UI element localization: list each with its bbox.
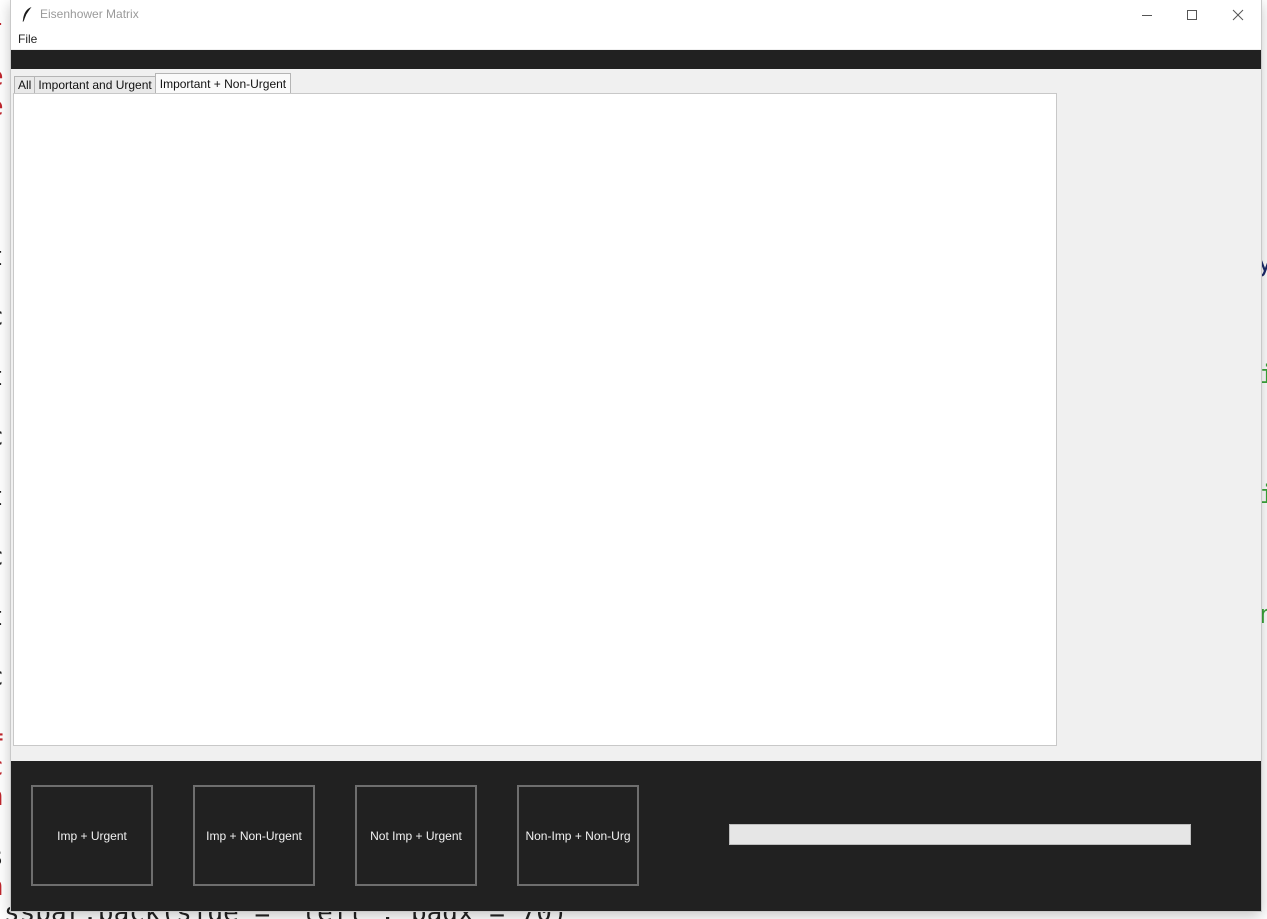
menu-file[interactable]: File	[18, 32, 37, 46]
code-fragment: (	[0, 272, 4, 302]
tab-important-and-urgent[interactable]: Important and Urgent	[34, 76, 156, 94]
code-fragment: c	[0, 752, 4, 782]
window-title: Eisenhower Matrix	[40, 7, 139, 21]
code-fragment: (	[0, 392, 4, 422]
imp-urgent-button[interactable]: Imp + Urgent	[31, 785, 153, 886]
code-fragment: c	[0, 422, 4, 452]
code-fragment: n	[0, 782, 4, 812]
code-fragment: =	[0, 722, 4, 752]
menu-bar: File	[11, 29, 1261, 49]
tab-strip: All Important and Urgent Important + Non…	[14, 72, 292, 94]
tab-important-non-urgent[interactable]: Important + Non-Urgent	[154, 73, 292, 94]
task-entry-field[interactable]	[729, 824, 1191, 845]
maximize-button[interactable]	[1169, 0, 1215, 29]
bottom-control-bar: Imp + Urgent Imp + Non-Urgent Not Imp + …	[11, 761, 1261, 911]
code-fragment: t	[0, 362, 4, 392]
notebook-area: All Important and Urgent Important + Non…	[11, 69, 1261, 761]
feather-icon	[22, 7, 32, 22]
close-icon	[1232, 9, 1244, 20]
non-imp-non-urg-button[interactable]: Non-Imp + Non-Urg	[517, 785, 639, 886]
minimize-button[interactable]	[1124, 0, 1170, 29]
code-fragment: (	[0, 512, 4, 542]
task-list-panel[interactable]	[13, 93, 1057, 746]
code-fragment: l	[0, 2, 4, 32]
code-fragment: s	[0, 842, 4, 872]
code-fragment: c	[0, 542, 4, 572]
top-dark-strip	[11, 50, 1261, 69]
imp-non-urgent-button[interactable]: Imp + Non-Urgent	[193, 785, 315, 886]
minimize-icon	[1142, 14, 1152, 16]
app-window: Eisenhower Matrix File All Important and…	[11, 0, 1261, 911]
close-button[interactable]	[1215, 0, 1261, 29]
maximize-icon	[1187, 9, 1197, 20]
tab-all[interactable]: All	[14, 76, 36, 94]
code-fragment: c	[0, 302, 4, 332]
code-fragment: c	[0, 662, 4, 692]
not-imp-urgent-button[interactable]: Not Imp + Urgent	[355, 785, 477, 886]
code-fragment: e	[0, 92, 4, 122]
title-bar[interactable]: Eisenhower Matrix	[11, 0, 1261, 29]
code-fragment: (	[0, 632, 4, 662]
code-fragment: t	[0, 602, 4, 632]
code-fragment: t	[0, 482, 4, 512]
code-fragment: e	[0, 62, 4, 92]
code-fragment: t	[0, 242, 4, 272]
